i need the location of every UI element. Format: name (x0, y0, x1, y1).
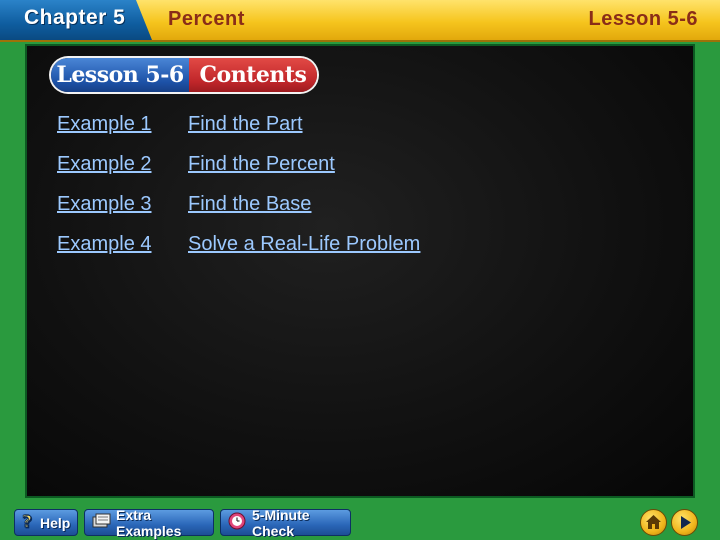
five-minute-check-label: 5-Minute Check (252, 506, 310, 539)
example-2-link[interactable]: Example 2 Find the Percent (57, 153, 335, 179)
clock-icon (227, 512, 247, 533)
example-4-number: Example 4 (57, 233, 152, 255)
stack-of-papers-icon (91, 512, 111, 533)
example-1-link[interactable]: Example 1 Find the Part (57, 113, 303, 139)
svg-text:?: ? (22, 512, 32, 530)
example-2-number: Example 2 (57, 153, 152, 175)
five-minute-check-button[interactable]: 5-Minute Check (220, 506, 351, 539)
example-4-title: Solve a Real-Life Problem (188, 233, 421, 255)
help-button[interactable]: ? Help (14, 509, 78, 536)
example-3-number: Example 3 (57, 193, 152, 215)
question-mark-icon: ? (21, 512, 35, 533)
home-icon (646, 515, 661, 529)
lesson-contents-banner: Lesson 5-6 Contents (51, 58, 317, 92)
help-label: Help (40, 514, 71, 531)
lesson-label: Lesson 5-6 (588, 8, 698, 30)
extra-examples-button[interactable]: Extra Examples (84, 506, 214, 539)
play-arrow-icon (681, 516, 691, 529)
example-4-link[interactable]: Example 4 Solve a Real-Life Problem (57, 233, 420, 259)
chapter-label: Chapter 5 (24, 6, 126, 29)
example-3-link[interactable]: Example 3 Find the Base (57, 193, 311, 219)
banner-lesson-label: Lesson 5-6 (51, 58, 189, 92)
home-button[interactable] (640, 509, 667, 536)
example-2-title: Find the Percent (188, 153, 335, 175)
banner-contents-label: Contents (189, 58, 317, 92)
example-1-number: Example 1 (57, 113, 152, 135)
example-1-title: Find the Part (188, 113, 303, 135)
example-3-title: Find the Base (188, 193, 312, 215)
header-bar: Chapter 5 Percent Lesson 5-6 (0, 0, 720, 42)
chapter-title: Percent (168, 8, 245, 30)
extra-examples-label: Extra Examples (116, 506, 182, 539)
next-button[interactable] (671, 509, 698, 536)
